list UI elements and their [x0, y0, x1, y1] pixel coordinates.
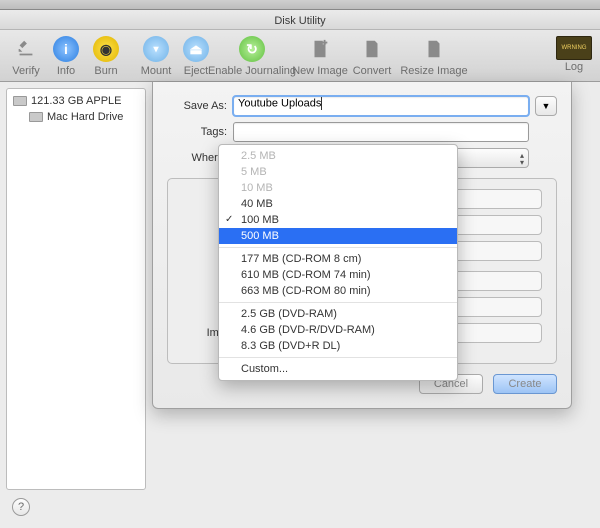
- toolbar-resize-image[interactable]: Resize Image: [398, 34, 470, 77]
- info-icon: i: [51, 34, 81, 64]
- toolbar-label: Resize Image: [400, 65, 467, 77]
- size-menu-item: 10 MB: [219, 180, 457, 196]
- toolbar-mount[interactable]: ▾ Mount: [136, 34, 176, 77]
- sidebar-item-volume[interactable]: Mac Hard Drive: [7, 109, 145, 125]
- size-menu-item[interactable]: ✓ 100 MB: [219, 212, 457, 228]
- chevron-down-icon: ▼: [542, 101, 551, 111]
- help-icon: ?: [18, 501, 24, 513]
- microscope-icon: [11, 34, 41, 64]
- toolbar-label: Info: [57, 65, 75, 77]
- toolbar-enable-journaling[interactable]: ↻ Enable Journaling: [216, 34, 288, 77]
- sidebar-item-label: 121.33 GB APPLE: [31, 95, 122, 107]
- size-menu-item[interactable]: 8.3 GB (DVD+R DL): [219, 338, 457, 354]
- size-menu-item[interactable]: 500 MB: [219, 228, 457, 244]
- menu-item-label: 500 MB: [241, 230, 279, 242]
- size-menu-item: 5 MB: [219, 164, 457, 180]
- toolbar-convert[interactable]: Convert: [346, 34, 398, 77]
- toolbar-label: Log: [565, 61, 583, 73]
- harddisk-icon: [13, 96, 27, 106]
- save-as-input[interactable]: Youtube Uploads: [233, 96, 529, 116]
- check-icon: ✓: [225, 214, 233, 225]
- menu-item-label: 10 MB: [241, 182, 273, 194]
- menu-item-label: 177 MB (CD-ROM 8 cm): [241, 253, 361, 265]
- size-menu-item: 2.5 MB: [219, 148, 457, 164]
- menu-item-label: Custom...: [241, 363, 288, 375]
- toolbar-label: New Image: [292, 65, 348, 77]
- content-area: 121.33 GB APPLE Mac Hard Drive Save As: …: [0, 82, 600, 528]
- menu-item-label: 40 MB: [241, 198, 273, 210]
- menu-item-label: 8.3 GB (DVD+R DL): [241, 340, 340, 352]
- toolbar: Verify i Info ◉ Burn ▾ Mount ⏏ Eject: [0, 30, 600, 82]
- menu-item-label: 2.5 GB (DVD-RAM): [241, 308, 337, 320]
- save-as-value: Youtube Uploads: [238, 97, 321, 109]
- toolbar-label: Eject: [184, 65, 208, 77]
- size-menu-item[interactable]: 4.6 GB (DVD-R/DVD-RAM): [219, 322, 457, 338]
- menu-item-label: 2.5 MB: [241, 150, 276, 162]
- toolbar-burn[interactable]: ◉ Burn: [86, 34, 126, 77]
- help-button[interactable]: ?: [12, 498, 30, 516]
- create-button[interactable]: Create: [493, 374, 557, 394]
- sidebar-item-label: Mac Hard Drive: [47, 111, 123, 123]
- tags-label: Tags:: [167, 126, 227, 138]
- browser-tab-strip: [0, 0, 600, 10]
- burn-icon: ◉: [91, 34, 121, 64]
- toolbar-label: Enable Journaling: [208, 65, 296, 77]
- sidebar-item-disk[interactable]: 121.33 GB APPLE: [7, 93, 145, 109]
- menu-item-label: 5 MB: [241, 166, 267, 178]
- toolbar-log[interactable]: WRNING Log: [554, 34, 594, 73]
- size-menu-item[interactable]: Custom...: [219, 361, 457, 377]
- expand-save-button[interactable]: ▼: [535, 96, 557, 116]
- menu-item-label: 610 MB (CD-ROM 74 min): [241, 269, 371, 281]
- toolbar-info[interactable]: i Info: [46, 34, 86, 77]
- resize-image-icon: [419, 34, 449, 64]
- menu-separator: [219, 357, 457, 358]
- save-as-label: Save As:: [167, 100, 227, 112]
- menu-item-label: 4.6 GB (DVD-R/DVD-RAM): [241, 324, 375, 336]
- toolbar-label: Verify: [12, 65, 40, 77]
- size-menu-item[interactable]: 177 MB (CD-ROM 8 cm): [219, 251, 457, 267]
- menu-item-label: 663 MB (CD-ROM 80 min): [241, 285, 371, 297]
- menu-separator: [219, 302, 457, 303]
- mount-icon: ▾: [141, 34, 171, 64]
- log-icon: WRNING: [556, 36, 592, 60]
- menu-item-label: 100 MB: [241, 214, 279, 226]
- tags-input[interactable]: [233, 122, 529, 142]
- size-menu-item[interactable]: 40 MB: [219, 196, 457, 212]
- toolbar-label: Mount: [141, 65, 172, 77]
- size-menu-item[interactable]: 663 MB (CD-ROM 80 min): [219, 283, 457, 299]
- new-image-icon: [305, 34, 335, 64]
- size-menu-item[interactable]: 2.5 GB (DVD-RAM): [219, 306, 457, 322]
- toolbar-new-image[interactable]: New Image: [294, 34, 346, 77]
- window-title: Disk Utility: [274, 15, 325, 27]
- window-titlebar: Disk Utility: [0, 10, 600, 30]
- eject-icon: ⏏: [181, 34, 211, 64]
- size-menu-item[interactable]: 610 MB (CD-ROM 74 min): [219, 267, 457, 283]
- toolbar-label: Burn: [94, 65, 117, 77]
- journaling-icon: ↻: [237, 34, 267, 64]
- convert-icon: [357, 34, 387, 64]
- size-menu: 2.5 MB 5 MB 10 MB 40 MB ✓ 100 MB 500 MB 177 MB …: [218, 144, 458, 381]
- toolbar-label: Convert: [353, 65, 392, 77]
- toolbar-verify[interactable]: Verify: [6, 34, 46, 77]
- device-sidebar: 121.33 GB APPLE Mac Hard Drive: [6, 88, 146, 490]
- updown-icon: ▴▾: [520, 152, 524, 166]
- menu-separator: [219, 247, 457, 248]
- harddisk-icon: [29, 112, 43, 122]
